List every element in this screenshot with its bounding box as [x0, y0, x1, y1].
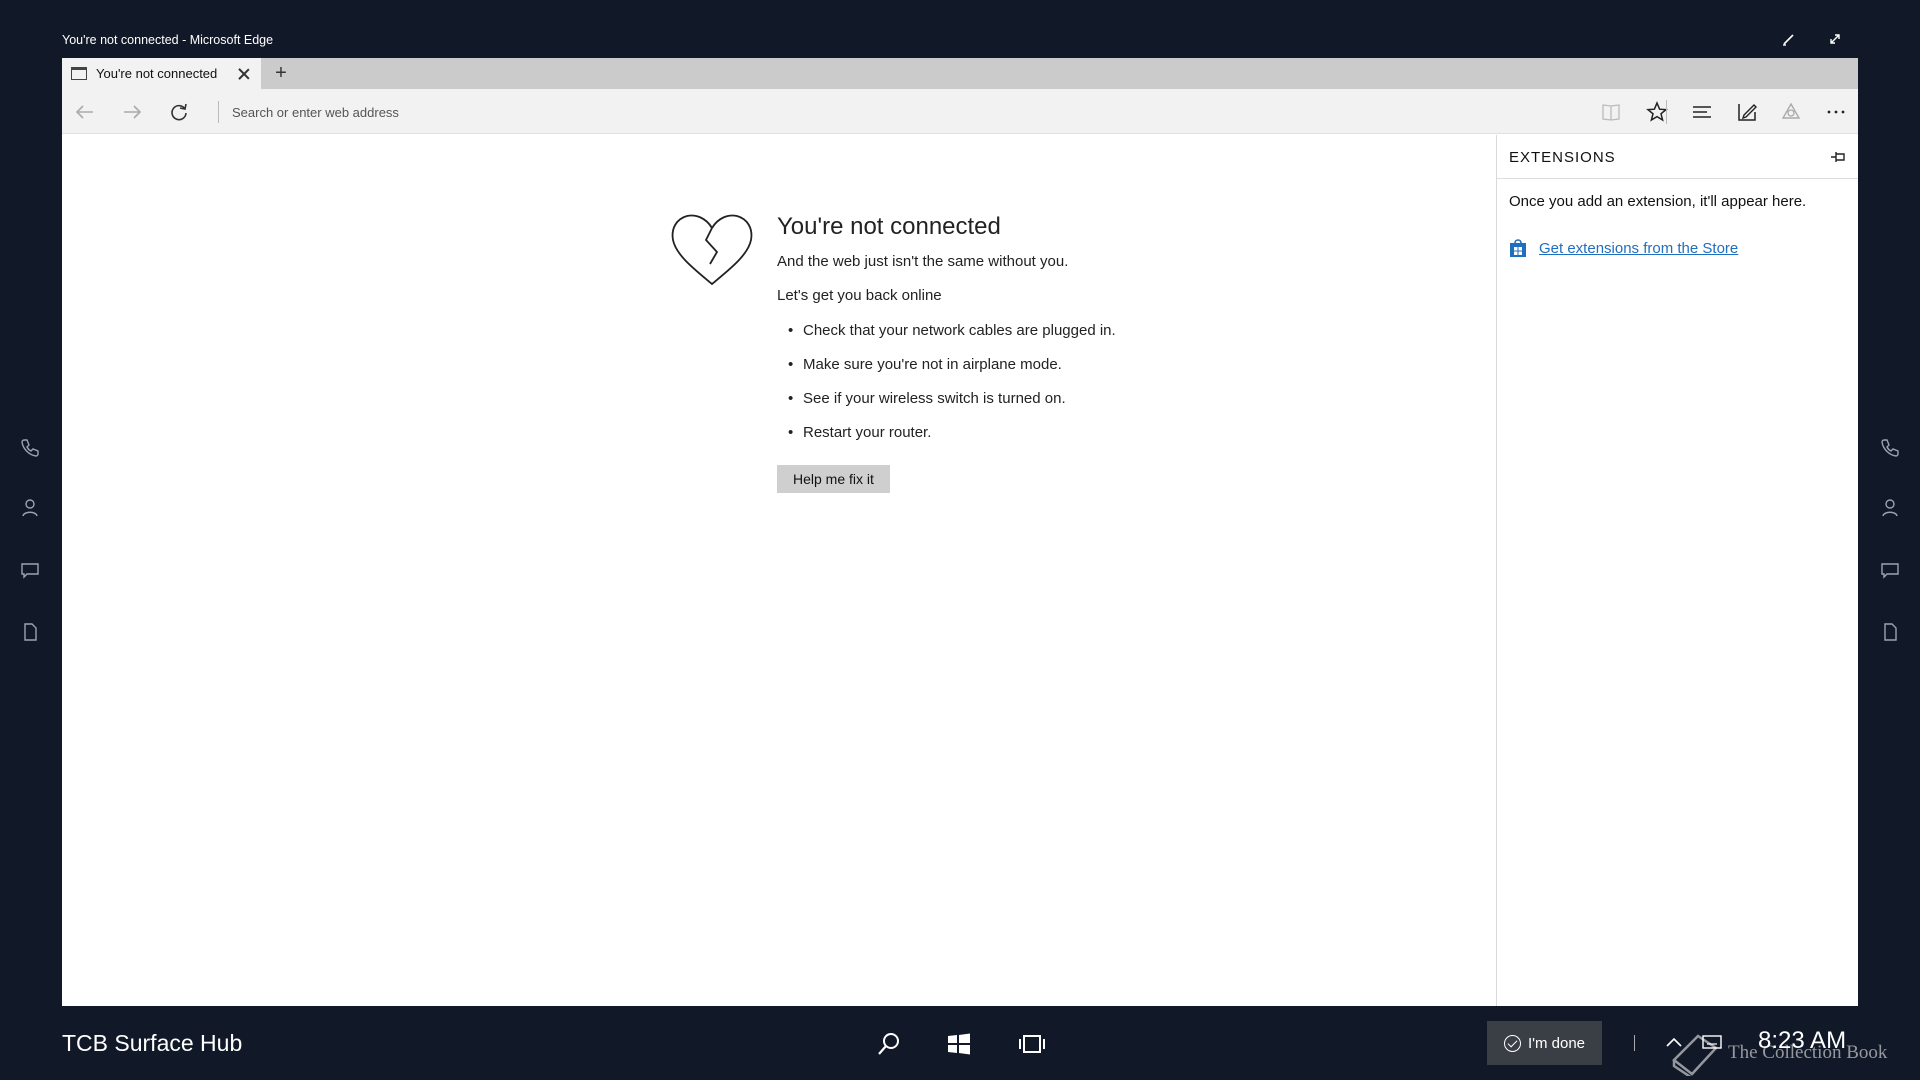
- windows-start-icon[interactable]: [945, 1030, 973, 1058]
- im-done-button[interactable]: I'm done: [1487, 1021, 1602, 1065]
- check-circle-icon: [1503, 1034, 1521, 1052]
- hub-button[interactable]: [1687, 97, 1717, 127]
- refresh-icon: [171, 103, 187, 121]
- window-title: You're not connected - Microsoft Edge: [62, 33, 274, 47]
- share-button[interactable]: [1776, 97, 1806, 127]
- error-lead: Let's get you back online: [777, 287, 942, 304]
- error-title: You're not connected: [777, 213, 1001, 240]
- web-note-button[interactable]: [1732, 97, 1762, 127]
- extensions-pane: EXTENSIONS Once you add an extension, it…: [1496, 135, 1858, 1006]
- list-item: See if your wireless switch is turned on…: [777, 389, 1277, 409]
- chat-icon[interactable]: [19, 559, 41, 581]
- book-icon: [1602, 104, 1620, 121]
- get-extensions-link[interactable]: Get extensions from the Store: [1539, 240, 1738, 257]
- arrow-right-icon: [124, 105, 142, 119]
- favorite-button[interactable]: [1642, 97, 1672, 127]
- phone-icon[interactable]: [19, 437, 41, 459]
- tips-list: Check that your network cables are plugg…: [777, 321, 1277, 443]
- document-icon[interactable]: [19, 621, 41, 643]
- book-logo-icon: [1672, 1034, 1718, 1076]
- address-bar[interactable]: [232, 101, 1602, 123]
- web-note-icon: [1738, 104, 1757, 121]
- im-done-label: I'm done: [1527, 1034, 1586, 1052]
- search-icon[interactable]: [875, 1030, 903, 1058]
- extensions-title: EXTENSIONS: [1509, 149, 1616, 166]
- help-me-fix-it-button[interactable]: Help me fix it: [777, 465, 890, 493]
- watermark: The Collection Book: [1670, 1028, 1900, 1078]
- tab-strip: You're not connected +: [62, 58, 1858, 89]
- tab-title: You're not connected: [96, 66, 218, 81]
- document-icon[interactable]: [1879, 621, 1901, 643]
- person-icon[interactable]: [1879, 497, 1901, 519]
- close-icon[interactable]: [236, 66, 252, 82]
- list-item: Check that your network cables are plugg…: [777, 321, 1277, 341]
- list-item: Restart your router.: [777, 423, 1277, 443]
- refresh-button[interactable]: [164, 97, 194, 127]
- more-button[interactable]: [1821, 97, 1851, 127]
- chat-icon[interactable]: [1879, 559, 1901, 581]
- tab-active[interactable]: You're not connected: [62, 58, 261, 89]
- task-view-icon[interactable]: [1018, 1030, 1046, 1058]
- arrow-left-icon: [75, 105, 93, 119]
- page-content: You're not connected And the web just is…: [62, 135, 1496, 1006]
- extensions-header: EXTENSIONS: [1497, 135, 1858, 179]
- navigation-bar: [62, 89, 1858, 134]
- new-tab-button[interactable]: +: [269, 62, 293, 86]
- error-subtitle: And the web just isn't the same without …: [777, 253, 1069, 270]
- pen-icon[interactable]: [1779, 32, 1799, 50]
- watermark-text: The Collection Book: [1728, 1042, 1888, 1063]
- forward-button[interactable]: [117, 97, 147, 127]
- list-item: Make sure you're not in airplane mode.: [777, 355, 1277, 375]
- store-icon: [1510, 239, 1526, 257]
- error-message: You're not connected And the web just is…: [777, 213, 1277, 493]
- toolbar-divider: [1666, 100, 1667, 124]
- hub-lines-icon: [1693, 106, 1711, 118]
- pin-icon[interactable]: [1830, 149, 1846, 165]
- broken-heart-icon: [671, 214, 753, 286]
- tray-divider: [1634, 1035, 1635, 1051]
- person-icon[interactable]: [19, 497, 41, 519]
- extensions-empty-message: Once you add an extension, it'll appear …: [1509, 193, 1807, 210]
- page-icon: [71, 67, 87, 80]
- back-button[interactable]: [70, 97, 100, 127]
- browser-window: You're not connected + Search or enter w…: [62, 58, 1858, 1006]
- fullscreen-icon[interactable]: [1825, 32, 1845, 50]
- reading-view-button[interactable]: [1596, 97, 1626, 127]
- star-icon: [1646, 101, 1668, 122]
- share-icon: [1781, 102, 1801, 119]
- phone-icon[interactable]: [1879, 437, 1901, 459]
- more-icon: [1827, 110, 1845, 114]
- hub-name: TCB Surface Hub: [62, 1030, 243, 1056]
- address-divider: [218, 101, 219, 123]
